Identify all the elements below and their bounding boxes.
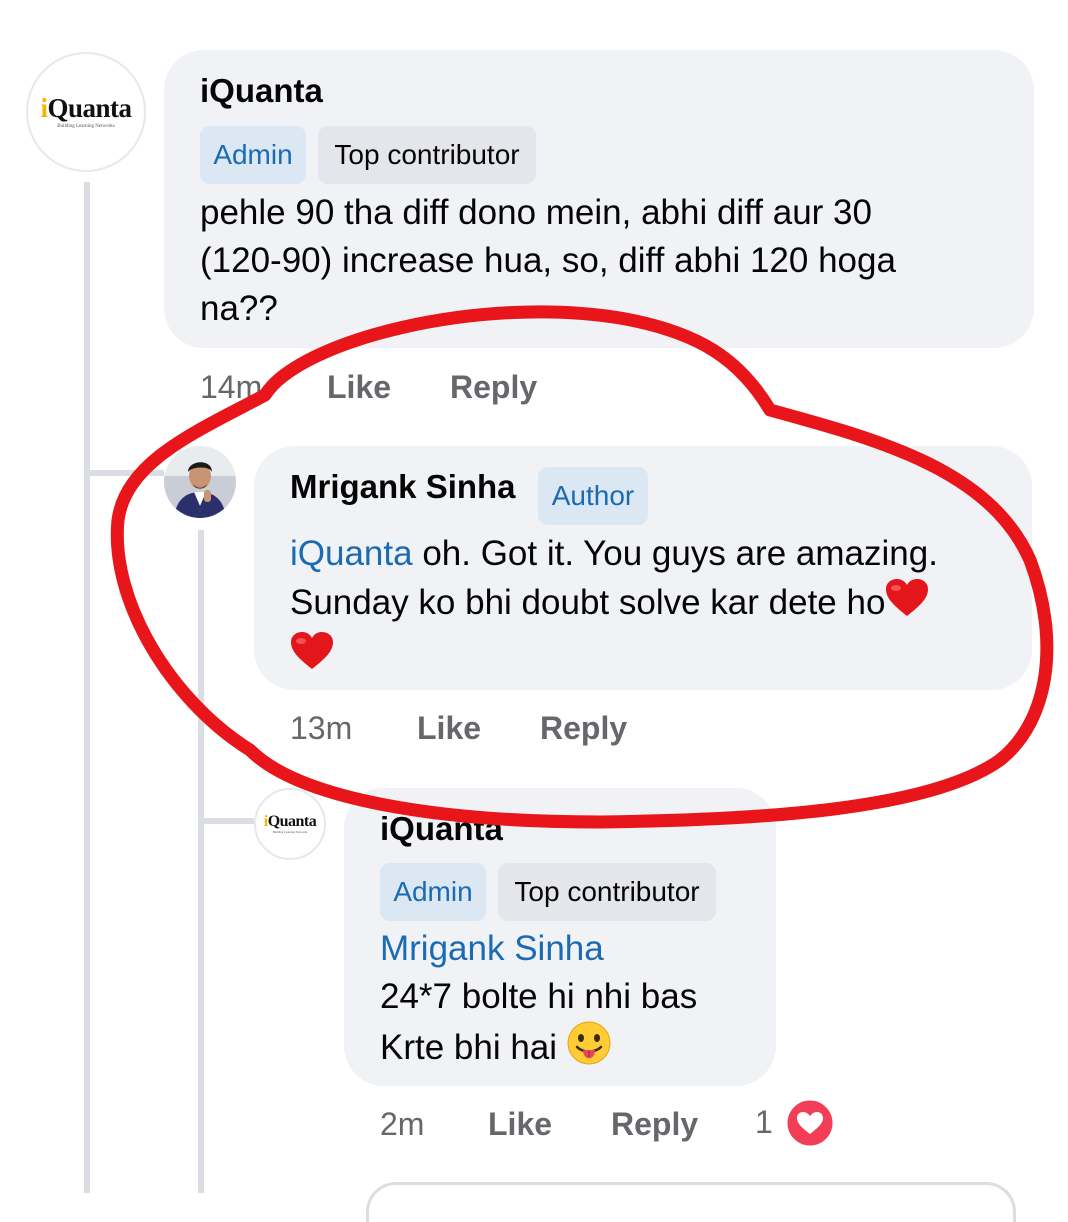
red-annotation-circle (110, 305, 1054, 829)
